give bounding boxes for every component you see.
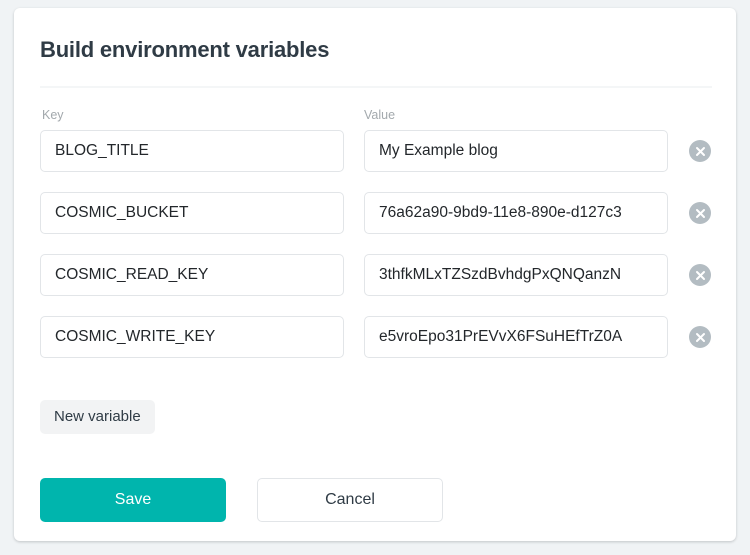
value-column-label: Value <box>364 108 396 122</box>
close-circle-icon[interactable] <box>689 326 711 348</box>
key-column-label: Key <box>42 108 64 122</box>
close-circle-icon[interactable] <box>689 264 711 286</box>
cancel-button[interactable]: Cancel <box>257 478 443 522</box>
close-circle-icon[interactable] <box>689 202 711 224</box>
value-input[interactable]: 3thfkMLxTZSzdBvhdgPxQNQanzN <box>364 254 668 296</box>
build-environment-variables-card: Build environment variables Key Value BL… <box>14 8 736 541</box>
column-headers: Key Value <box>40 108 712 130</box>
key-input[interactable]: COSMIC_READ_KEY <box>40 254 344 296</box>
table-row: COSMIC_READ_KEY 3thfkMLxTZSzdBvhdgPxQNQa… <box>40 254 712 316</box>
add-variable-button[interactable]: New variable <box>40 400 155 434</box>
form-actions: Save Cancel <box>40 478 712 522</box>
save-button[interactable]: Save <box>40 478 226 522</box>
key-input[interactable]: COSMIC_WRITE_KEY <box>40 316 344 358</box>
table-row: COSMIC_WRITE_KEY e5vroEpo31PrEVvX6FSuHEf… <box>40 316 712 378</box>
variables-form: Key Value BLOG_TITLE My Example blog COS… <box>40 108 712 378</box>
close-circle-icon[interactable] <box>689 140 711 162</box>
page-title: Build environment variables <box>40 37 330 62</box>
table-row: BLOG_TITLE My Example blog <box>40 130 712 192</box>
table-row: COSMIC_BUCKET 76a62a90-9bd9-11e8-890e-d1… <box>40 192 712 254</box>
page-background: Build environment variables Key Value BL… <box>0 0 750 555</box>
title-divider <box>40 86 712 88</box>
value-input[interactable]: e5vroEpo31PrEVvX6FSuHEfTrZ0A <box>364 316 668 358</box>
value-input[interactable]: My Example blog <box>364 130 668 172</box>
key-input[interactable]: BLOG_TITLE <box>40 130 344 172</box>
key-input[interactable]: COSMIC_BUCKET <box>40 192 344 234</box>
value-input[interactable]: 76a62a90-9bd9-11e8-890e-d127c3 <box>364 192 668 234</box>
